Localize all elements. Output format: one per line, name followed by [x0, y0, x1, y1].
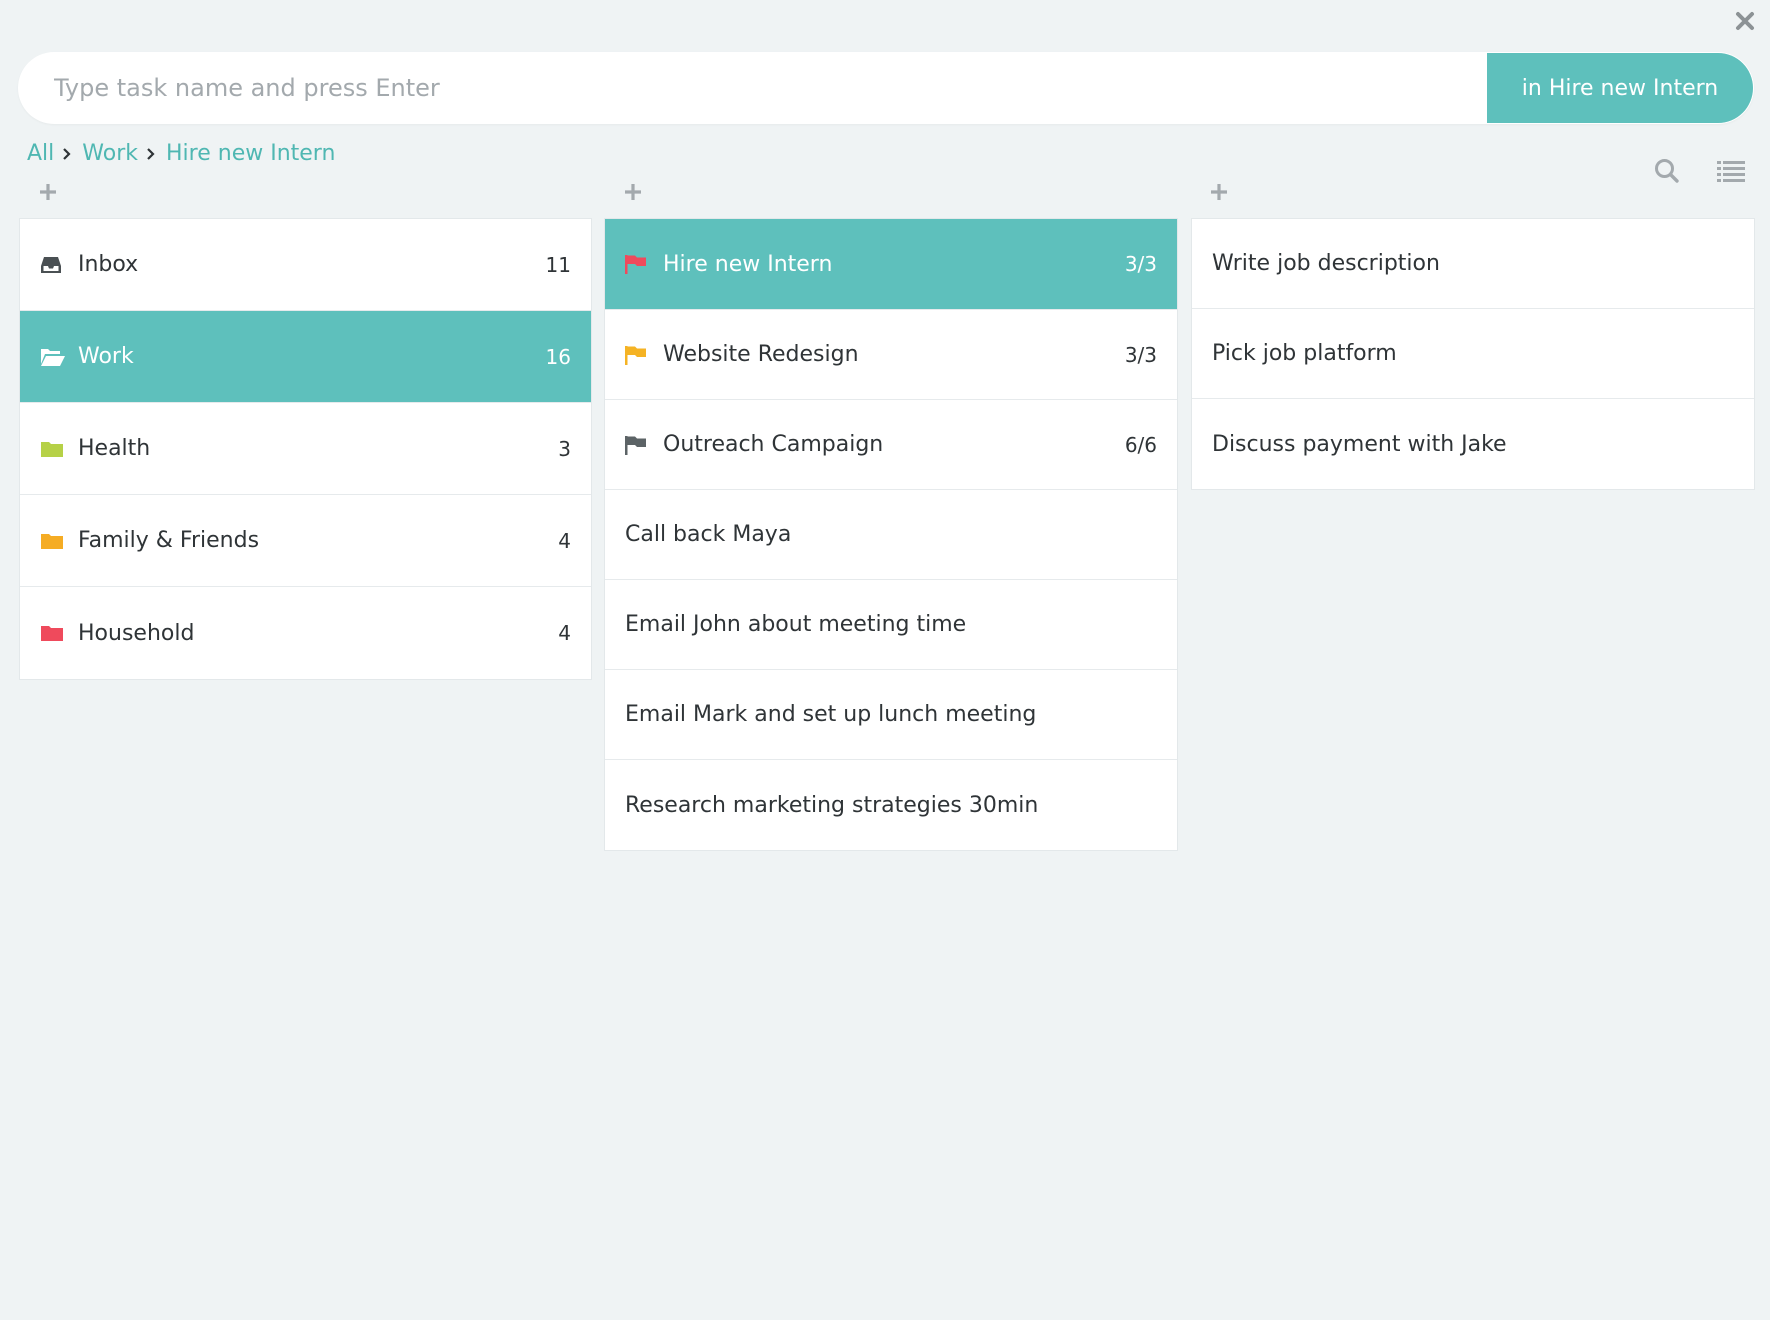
task-label: Discuss payment with Jake	[1212, 431, 1507, 457]
task-entry-bar: in Hire new Intern	[18, 52, 1754, 124]
list-view-button[interactable]	[1716, 158, 1746, 188]
task-label: Email Mark and set up lunch meeting	[625, 702, 1037, 727]
project-progress: 3/3	[1124, 342, 1157, 367]
flag-icon	[625, 434, 653, 456]
close-icon	[1735, 11, 1755, 35]
task-item[interactable]: Discuss payment with Jake	[1192, 399, 1754, 489]
list-item-label: Health	[78, 436, 151, 461]
list-item-count: 11	[545, 252, 571, 277]
task-item[interactable]: Research marketing strategies 30min	[605, 760, 1177, 850]
add-task-button[interactable]	[1208, 183, 1230, 205]
breadcrumb-work[interactable]: Work	[82, 141, 138, 166]
task-item[interactable]: Email John about meeting time	[605, 580, 1177, 670]
search-button[interactable]	[1652, 158, 1682, 188]
task-label: Call back Maya	[625, 522, 792, 547]
project-progress: 6/6	[1124, 432, 1157, 457]
task-label: Write job description	[1212, 251, 1440, 276]
list-item-label: Work	[78, 344, 134, 369]
plus-icon	[624, 183, 642, 205]
list-item-label: Family & Friends	[78, 528, 260, 553]
task-item[interactable]: Pick job platform	[1192, 309, 1754, 399]
task-item[interactable]: Write job description	[1192, 219, 1754, 309]
inbox-icon	[40, 254, 68, 276]
list-item-family-friends[interactable]: Family & Friends 4	[20, 495, 591, 587]
flag-icon	[625, 253, 653, 275]
project-label: Hire new Intern	[663, 251, 833, 277]
projects-column: Hire new Intern 3/3 Website Redesign 3/3…	[604, 218, 1178, 851]
list-item-health[interactable]: Health 3	[20, 403, 591, 495]
task-item[interactable]: Email Mark and set up lunch meeting	[605, 670, 1177, 760]
list-item-label: Inbox	[78, 252, 139, 277]
list-item-label: Household	[78, 620, 195, 646]
chevron-right-icon	[62, 147, 72, 160]
list-item-inbox[interactable]: Inbox 11	[20, 219, 591, 311]
list-item-count: 16	[545, 344, 571, 369]
plus-icon	[39, 183, 57, 205]
list-item-count: 3	[558, 436, 571, 461]
project-progress: 3/3	[1124, 252, 1157, 276]
task-label: Research marketing strategies 30min	[625, 792, 1039, 818]
add-project-button[interactable]	[622, 183, 644, 205]
list-view-icon	[1717, 159, 1745, 187]
breadcrumb: All Work Hire new Intern	[27, 141, 335, 166]
plus-icon	[1210, 183, 1228, 205]
project-label: Outreach Campaign	[663, 432, 884, 457]
list-item-work[interactable]: Work 16	[20, 311, 591, 403]
list-item-count: 4	[558, 528, 571, 553]
list-item-household[interactable]: Household 4	[20, 587, 591, 679]
task-label: Pick job platform	[1212, 341, 1397, 366]
open-folder-icon	[40, 346, 68, 368]
tasks-column: Write job description Pick job platform …	[1191, 218, 1755, 490]
search-icon	[1654, 158, 1680, 188]
folder-icon	[40, 438, 68, 460]
breadcrumb-hire-new-intern[interactable]: Hire new Intern	[166, 141, 335, 166]
add-list-button[interactable]	[37, 183, 59, 205]
close-button[interactable]	[1732, 10, 1758, 36]
chevron-right-icon	[146, 147, 156, 160]
task-name-input[interactable]	[18, 52, 1487, 124]
project-item-website-redesign[interactable]: Website Redesign 3/3	[605, 310, 1177, 400]
target-list-button[interactable]: in Hire new Intern	[1487, 53, 1753, 123]
list-item-count: 4	[558, 621, 571, 645]
folder-icon	[40, 622, 68, 644]
breadcrumb-all[interactable]: All	[27, 141, 54, 166]
task-item[interactable]: Call back Maya	[605, 490, 1177, 580]
project-item-outreach-campaign[interactable]: Outreach Campaign 6/6	[605, 400, 1177, 490]
project-label: Website Redesign	[663, 342, 859, 367]
task-label: Email John about meeting time	[625, 612, 967, 637]
project-item-hire-new-intern[interactable]: Hire new Intern 3/3	[605, 219, 1177, 310]
flag-icon	[625, 344, 653, 366]
lists-column: Inbox 11 Work 16 Health 3 Family & Frien…	[19, 218, 592, 680]
folder-icon	[40, 530, 68, 552]
toolbar	[1652, 158, 1746, 188]
